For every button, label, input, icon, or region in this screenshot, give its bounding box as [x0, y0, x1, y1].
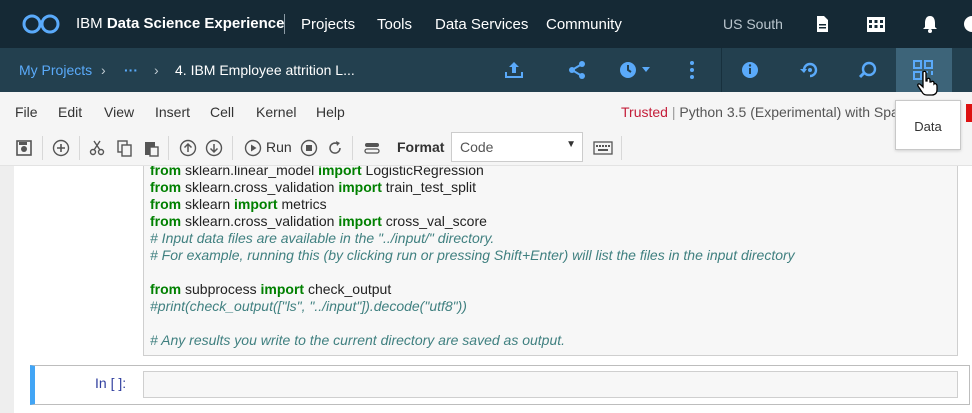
scissors-icon — [89, 140, 105, 156]
insert-cell-button[interactable] — [50, 137, 72, 159]
top-header: IBM Data Science Experience Projects Too… — [0, 0, 972, 48]
user-icon[interactable] — [962, 14, 972, 34]
paste-icon — [145, 142, 159, 157]
version-history-icon[interactable] — [798, 58, 822, 82]
cut-cell-button[interactable] — [86, 137, 108, 159]
code-comment: # For example, running this (by clicking… — [150, 247, 795, 263]
menu-insert[interactable]: Insert — [155, 104, 190, 120]
brand-title[interactable]: IBM Data Science Experience — [76, 15, 284, 32]
format-label: Format — [397, 139, 445, 155]
keyboard-icon — [593, 141, 613, 155]
menu-file[interactable]: File — [15, 104, 38, 120]
toggle-cell-toolbar-button[interactable] — [361, 137, 383, 159]
toolbar-divider — [721, 48, 722, 92]
brand-name: Data Science Experience — [106, 15, 285, 32]
hand-cursor-icon — [917, 70, 938, 96]
code-comment: #print(check_output(["ls", "../input"]).… — [150, 298, 467, 314]
toggles-icon — [364, 143, 380, 154]
status-indicator — [966, 104, 972, 122]
code-line: from subprocess import check_output — [150, 281, 392, 297]
cell-type-value: Code — [460, 139, 494, 155]
move-down-button[interactable] — [203, 137, 225, 159]
schedule-icon[interactable] — [616, 58, 640, 82]
chevron-down-icon[interactable] — [642, 67, 650, 73]
toolbar-separator — [168, 136, 169, 160]
toolbar-separator — [621, 136, 622, 160]
breadcrumb-ellipsis[interactable]: ··· — [124, 62, 138, 78]
cell-type-select[interactable]: Code ▼ — [451, 132, 583, 162]
bell-icon[interactable] — [920, 14, 940, 34]
plus-circle-icon — [52, 139, 70, 157]
notebook-toolbar: Run Format Code ▼ — [0, 130, 972, 166]
grid-building-icon[interactable] — [866, 14, 886, 34]
interrupt-kernel-button[interactable] — [298, 137, 320, 159]
chevron-down-icon: ▼ — [566, 139, 576, 150]
breadcrumb-separator: › — [101, 62, 106, 78]
code-line: from sklearn import metrics — [150, 196, 327, 212]
move-up-button[interactable] — [177, 137, 199, 159]
run-label[interactable]: Run — [266, 139, 292, 155]
info-icon[interactable] — [738, 58, 762, 82]
kernel-name[interactable]: Python 3.5 (Experimental) with Spa — [679, 104, 898, 120]
nav-projects[interactable]: Projects — [301, 16, 355, 33]
arrow-up-circle-icon — [179, 139, 197, 157]
nav-community[interactable]: Community — [546, 16, 622, 33]
code-editor[interactable]: from sklearn.linear_model import Logisti… — [150, 166, 795, 349]
restart-kernel-button[interactable] — [324, 137, 346, 159]
menu-cell[interactable]: Cell — [210, 104, 234, 120]
save-icon — [16, 140, 32, 156]
export-icon[interactable] — [502, 58, 526, 82]
kernel-status: Trusted | Python 3.5 (Experimental) with… — [621, 104, 899, 120]
toolbar-separator — [42, 136, 43, 160]
arrow-down-circle-icon — [205, 139, 223, 157]
code-cell-input-empty[interactable] — [143, 371, 958, 398]
brand-prefix: IBM — [76, 15, 103, 32]
copy-icon — [117, 140, 132, 157]
menu-help[interactable]: Help — [316, 104, 345, 120]
breadcrumb-my-projects[interactable]: My Projects — [19, 62, 92, 78]
code-line: from sklearn.linear_model import Logisti… — [150, 166, 484, 178]
code-line: from sklearn.cross_validation import tra… — [150, 179, 477, 195]
cell-prompt: In [ ]: — [95, 375, 127, 391]
toolbar-separator — [79, 136, 80, 160]
nav-data-services[interactable]: Data Services — [435, 16, 528, 33]
breadcrumb-separator: › — [154, 62, 159, 78]
refresh-icon — [329, 141, 341, 154]
toolbar-separator — [232, 136, 233, 160]
document-icon[interactable] — [812, 14, 832, 34]
brand-divider — [284, 14, 285, 34]
toolbar-separator — [352, 136, 353, 160]
code-cell-input[interactable]: from sklearn.linear_model import Logisti… — [143, 166, 958, 356]
paste-cell-button[interactable] — [140, 137, 162, 159]
project-toolbar: My Projects › ··· › 4. IBM Employee attr… — [0, 48, 972, 92]
menu-kernel[interactable]: Kernel — [256, 104, 296, 120]
save-button[interactable] — [13, 137, 35, 159]
region-selector[interactable]: US South — [723, 16, 783, 32]
play-circle-icon — [244, 139, 262, 157]
code-comment: # Input data files are available in the … — [150, 230, 495, 246]
dsx-logo-icon[interactable] — [18, 12, 64, 36]
menu-edit[interactable]: Edit — [58, 104, 82, 120]
breadcrumb-current-notebook: 4. IBM Employee attrition L... — [175, 62, 355, 78]
copy-cell-button[interactable] — [113, 137, 135, 159]
trusted-indicator[interactable]: Trusted — [621, 104, 668, 120]
nav-tools[interactable]: Tools — [377, 16, 412, 33]
menu-view[interactable]: View — [104, 104, 134, 120]
stop-circle-icon — [300, 139, 318, 157]
code-comment: # Any results you write to the current d… — [150, 332, 566, 348]
code-line: from sklearn.cross_validation import cro… — [150, 213, 487, 229]
more-vertical-icon[interactable] — [680, 58, 704, 82]
share-icon[interactable] — [565, 58, 589, 82]
notebook-menubar: File Edit View Insert Cell Kernel Help T… — [0, 92, 972, 130]
command-palette-button[interactable] — [592, 137, 614, 159]
run-button[interactable] — [242, 137, 264, 159]
collaborate-icon[interactable] — [856, 58, 880, 82]
data-tooltip: Data — [895, 100, 961, 150]
